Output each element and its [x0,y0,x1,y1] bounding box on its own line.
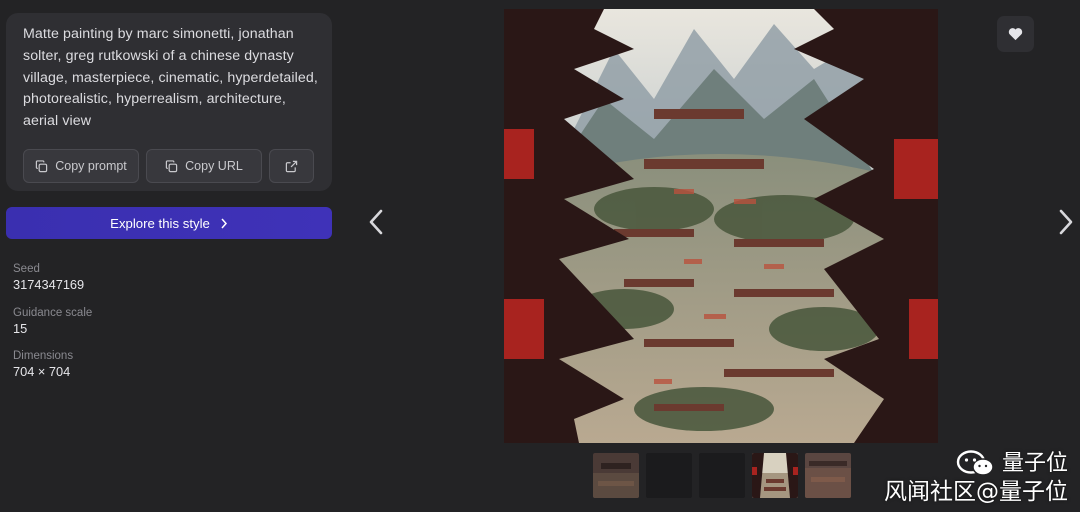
copy-icon [36,159,48,172]
chevron-right-icon [1059,209,1073,235]
dimensions-label: Dimensions [13,350,74,362]
previous-image-button[interactable] [364,204,388,240]
watermark-line1: 量子位 [1001,451,1068,476]
thumbnail[interactable] [646,453,692,498]
thumbnail[interactable] [593,453,639,498]
generated-image [504,9,938,443]
guidance-value: 15 [13,321,28,336]
next-image-button[interactable] [1054,204,1078,240]
copy-url-label: Copy URL [185,159,243,173]
watermark: 量子位 风闻社区@量子位 [884,449,1068,507]
copy-prompt-button[interactable]: Copy prompt [23,149,139,183]
thumbnail-selected[interactable] [752,453,798,498]
copy-prompt-label: Copy prompt [55,159,127,173]
dimensions-value: 704 × 704 [13,364,71,379]
seed-label: Seed [13,263,40,275]
chevron-right-icon [221,218,227,228]
explore-style-label: Explore this style [110,215,210,231]
guidance-meta: Guidance scale 15 [13,306,92,337]
chevron-left-icon [369,209,383,235]
thumbnail-strip [593,453,851,498]
thumbnail-image [593,453,639,498]
open-external-button[interactable] [269,149,314,183]
thumbnail[interactable] [699,453,745,498]
seed-meta: Seed 3174347169 [13,262,84,293]
prompt-actions: Copy prompt Copy URL [23,149,314,183]
prompt-card: Matte painting by marc simonetti, jonath… [6,13,332,191]
pagoda-village-painting [504,9,938,443]
thumbnail[interactable] [805,453,851,498]
guidance-label: Guidance scale [13,307,93,319]
thumbnail-image [805,453,851,498]
prompt-text: Matte painting by marc simonetti, jonath… [23,26,318,130]
like-button[interactable] [997,16,1034,52]
heart-icon [1008,28,1023,41]
watermark-line2: 风闻社区@量子位 [884,479,1068,505]
external-link-icon [285,160,298,172]
copy-url-button[interactable]: Copy URL [146,149,262,183]
thumbnail-image [752,453,798,498]
wechat-icon [956,450,994,476]
explore-style-button[interactable]: Explore this style [6,207,332,239]
dimensions-meta: Dimensions 704 × 704 [13,349,73,380]
copy-icon [165,159,178,172]
seed-value: 3174347169 [13,277,85,292]
